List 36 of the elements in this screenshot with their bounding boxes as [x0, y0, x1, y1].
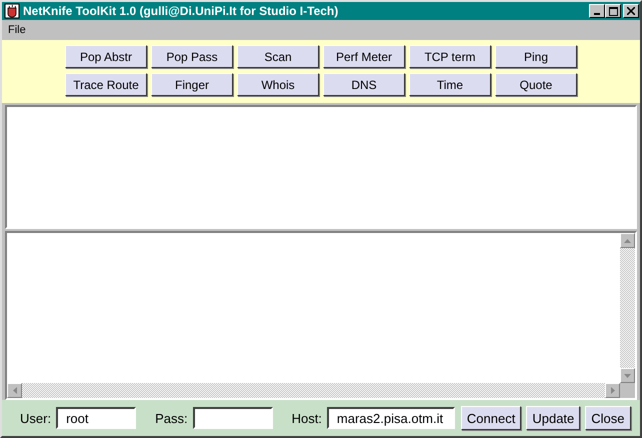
close-icon: [627, 7, 635, 15]
tool-button[interactable]: Pop Pass: [151, 45, 233, 68]
action-button[interactable]: Update: [526, 406, 580, 430]
right-arrow-icon: [610, 387, 614, 394]
scrollbar-corner: [620, 383, 635, 398]
minimize-button[interactable]: [589, 4, 605, 18]
tool-button[interactable]: Finger: [151, 73, 233, 96]
action-button[interactable]: Connect: [460, 406, 522, 430]
field-label: User:: [20, 410, 52, 426]
tool-button[interactable]: Pop Abstr: [65, 45, 147, 68]
action-button[interactable]: Close: [585, 406, 631, 430]
tool-button[interactable]: TCP term: [409, 45, 491, 68]
down-arrow-icon: [624, 374, 631, 378]
left-arrow-icon: [12, 387, 16, 394]
tool-button[interactable]: Trace Route: [65, 73, 147, 96]
tool-button[interactable]: Scan: [237, 45, 319, 68]
input-field[interactable]: root: [56, 407, 136, 429]
horizontal-scrollbar[interactable]: [7, 383, 620, 398]
input-field[interactable]: maras2.pisa.otm.it: [326, 407, 455, 429]
tool-button[interactable]: Ping: [495, 45, 577, 68]
menu-item[interactable]: File: [8, 24, 26, 36]
tool-button[interactable]: Perf Meter: [323, 45, 405, 68]
window-title: NetKnife ToolKit 1.0 (gulli@Di.UniPi.It for Studio I-Tech): [23, 4, 340, 18]
tool-button[interactable]: Time: [409, 73, 491, 96]
tool-button[interactable]: DNS: [323, 73, 405, 96]
maximize-icon: [608, 6, 618, 16]
vertical-scrollbar[interactable]: [620, 233, 635, 383]
app-icon: [4, 3, 20, 19]
field-label: Pass:: [155, 410, 188, 426]
input-field[interactable]: [192, 407, 273, 429]
maximize-button[interactable]: [605, 4, 621, 18]
field-label: Host:: [292, 410, 322, 426]
up-arrow-icon: [624, 238, 631, 242]
tool-button[interactable]: Whois: [237, 73, 319, 96]
tool-button[interactable]: Quote: [495, 73, 577, 96]
close-button[interactable]: [623, 4, 639, 18]
